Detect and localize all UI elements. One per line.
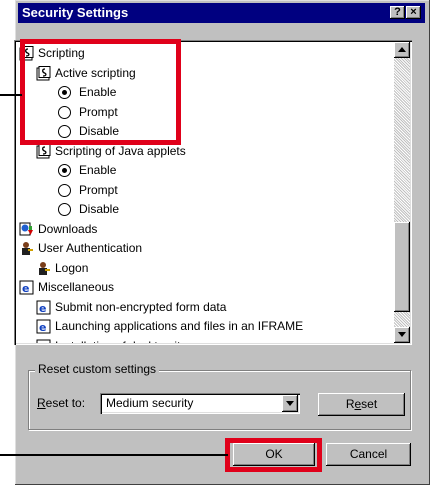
scroll-down-button[interactable] [394,327,410,343]
tree-item-label: User Authentication [38,241,143,255]
user-auth-icon [19,241,34,256]
ie-icon: e [36,339,51,344]
ie-icon: e [36,300,51,315]
arrow-up-icon [398,47,406,52]
title-bar[interactable]: Security Settings ? × [18,3,425,23]
tree-item-label: Launching applications and files in an I… [55,319,304,333]
radio-unchecked-icon[interactable] [58,183,71,197]
tree-item-label: Enable [79,163,117,177]
tree-item[interactable]: e Submit non-encrypted form data [36,298,226,317]
tree-item-label: Downloads [38,221,98,236]
tree-item-label: Submit non-encrypted form data [55,299,227,314]
scroll-up-button[interactable] [394,42,410,58]
ie-icon: e [19,280,34,295]
downloads-icon [19,222,34,237]
scripting-icon [36,143,51,159]
tree-item[interactable]: e Installation of desktop items [36,337,203,344]
dropdown-button[interactable] [282,395,298,412]
tree-item-label: Disable [79,202,120,216]
dialog-title: Security Settings [22,5,129,20]
user-auth-icon [36,261,51,276]
reset-to-value: Medium security [106,396,194,410]
active-scripting-leader-line [0,94,22,96]
tree-item[interactable]: e Launching applications and files in an … [36,317,303,336]
tree-item[interactable]: User Authentication [19,239,142,258]
ie-icon: e [36,319,51,334]
radio-unchecked-icon[interactable] [58,203,71,216]
cancel-button[interactable]: Cancel [326,443,411,466]
radio-option[interactable]: Enable [58,161,116,180]
chevron-down-icon [286,401,294,406]
svg-text:e: e [39,321,46,334]
arrow-down-icon [398,332,406,337]
help-button[interactable]: ? [390,6,405,19]
reset-to-label: Reset to: [37,396,86,410]
radio-checked-icon[interactable] [58,164,71,177]
tree-item[interactable]: Downloads [19,220,97,239]
ok-button-leader-line [0,454,228,456]
svg-text:e: e [39,302,46,315]
reset-to-label-rest: eset to: [45,396,86,410]
reset-to-select[interactable]: Medium security [100,393,300,414]
reset-button-label: Reset [345,397,378,411]
active-scripting-highlight [20,39,181,145]
tree-item[interactable]: Logon [36,259,88,278]
radio-option[interactable]: Prompt [58,181,118,200]
radio-option[interactable]: Disable [58,200,119,219]
tree-item[interactable]: e Miscellaneous [19,278,114,297]
svg-text:e: e [39,341,46,344]
scroll-thumb[interactable] [394,222,410,312]
reset-button[interactable]: Reset [318,393,405,416]
tree-item-label: Installation of desktop items [55,337,203,344]
svg-text:e: e [22,282,29,295]
tree-item-label: Logon [55,260,89,275]
close-button[interactable]: × [406,6,421,19]
vertical-scrollbar[interactable] [394,42,410,343]
tree-item-label: Miscellaneous [38,280,115,294]
reset-group-legend: Reset custom settings [35,362,160,376]
ok-button-highlight [225,438,322,472]
tree-item-label: Prompt [79,182,118,197]
